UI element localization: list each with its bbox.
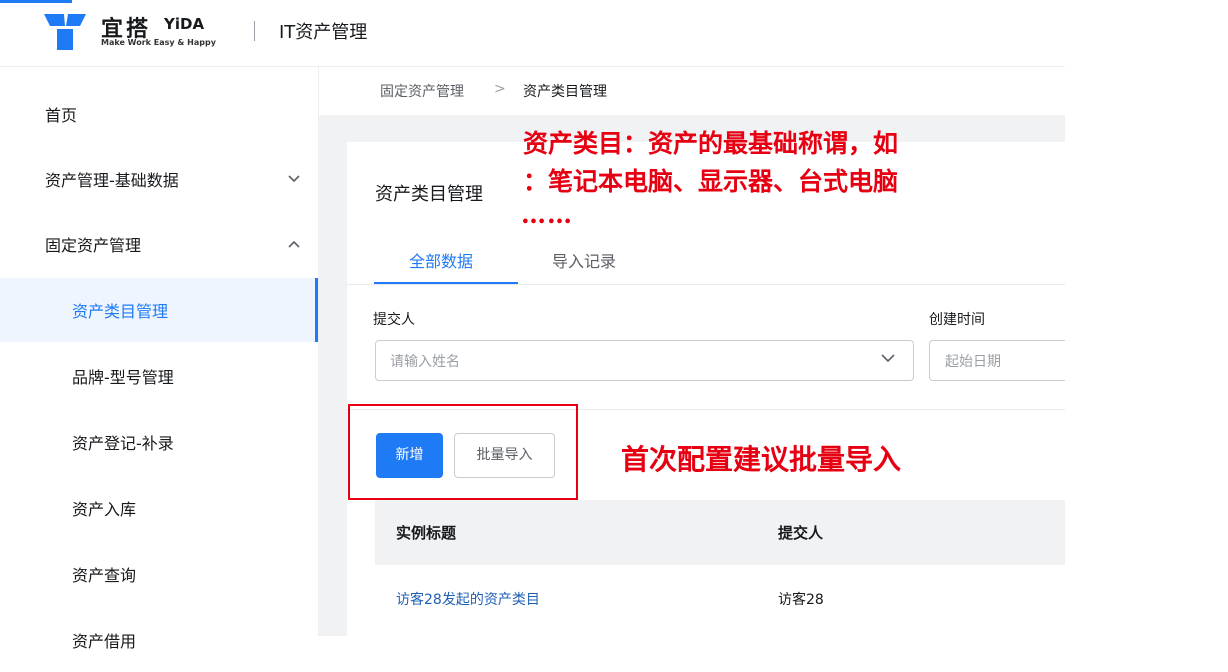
- table-row[interactable]: 访客28发起的资产类目 访客28: [375, 565, 1065, 633]
- content-card: 资产类目管理 全部数据 导入记录 提交人 创建时间 请输入姓名 起始日期 新增 …: [347, 142, 1065, 636]
- breadcrumb-separator: >: [494, 81, 506, 97]
- yida-logo-icon[interactable]: [44, 14, 86, 50]
- sidebar-item-label: 资产借用: [72, 632, 137, 651]
- sidebar-item-asset-category[interactable]: 资产类目管理: [0, 278, 318, 342]
- breadcrumb-item-fixed-asset[interactable]: 固定资产管理: [380, 81, 464, 101]
- sidebar-item-fixed-asset-management[interactable]: 固定资产管理: [0, 212, 318, 276]
- chevron-up-icon: [288, 240, 300, 248]
- sidebar-item-label: 资产类目管理: [72, 302, 169, 321]
- submitter-filter-label: 提交人: [373, 312, 415, 328]
- sidebar-item-label: 品牌-型号管理: [72, 368, 174, 387]
- cell-instance-title-link[interactable]: 访客28发起的资产类目: [396, 589, 540, 609]
- column-header-submitter[interactable]: 提交人: [778, 522, 823, 543]
- submitter-select[interactable]: 请输入姓名: [375, 340, 914, 381]
- sidebar-item-label: 固定资产管理: [45, 236, 142, 255]
- tab-import-records[interactable]: 导入记录: [552, 248, 616, 272]
- sidebar-item-label: 首页: [45, 106, 78, 125]
- corner-accent: [0, 0, 72, 3]
- breadcrumb-item-current: 资产类目管理: [523, 84, 607, 100]
- sidebar-item-brand-model[interactable]: 品牌-型号管理: [0, 344, 318, 408]
- submitter-placeholder: 请输入姓名: [390, 354, 460, 370]
- sidebar-item-label: 资产管理-基础数据: [45, 171, 179, 190]
- breadcrumb: 固定资产管理 > 资产类目管理: [319, 67, 1065, 115]
- start-date-input[interactable]: 起始日期: [929, 340, 1065, 381]
- sidebar-item-asset-query[interactable]: 资产查询: [0, 542, 318, 606]
- sidebar-item-label: 资产入库: [72, 500, 137, 519]
- logo-english-text: YiDA: [164, 15, 205, 33]
- annotation-highlight-box: [348, 404, 578, 500]
- chevron-down-icon: [288, 175, 300, 183]
- header-divider: [254, 21, 255, 41]
- sidebar-item-label: 资产查询: [72, 566, 137, 585]
- sidebar-item-label: 资产登记-补录: [72, 434, 174, 453]
- column-header-instance-title[interactable]: 实例标题: [396, 522, 456, 543]
- chevron-down-icon: [881, 354, 895, 363]
- cell-submitter: 访客28: [778, 592, 824, 608]
- annotation-category-note-line3: ……: [521, 200, 573, 229]
- created-time-filter-label: 创建时间: [929, 312, 985, 328]
- app-title[interactable]: IT资产管理: [279, 18, 367, 44]
- sidebar-item-asset-registration[interactable]: 资产登记-补录: [0, 410, 318, 474]
- sidebar-nav: 首页 资产管理-基础数据 固定资产管理 资产类目管理 品牌-型号管理 资产登记-…: [0, 67, 319, 651]
- sidebar-item-asset-inbound[interactable]: 资产入库: [0, 476, 318, 540]
- page-title: 资产类目管理: [375, 184, 483, 205]
- start-date-placeholder: 起始日期: [945, 354, 1001, 370]
- top-bar: 宜搭 YiDA Make Work Easy & Happy IT资产管理: [0, 0, 1065, 67]
- logo-slogan: Make Work Easy & Happy: [101, 38, 216, 47]
- sidebar-item-asset-basic-data[interactable]: 资产管理-基础数据: [0, 147, 318, 211]
- tabs-divider: [347, 284, 1065, 285]
- annotation-category-note-line1: 资产类目：资产的最基础称谓，如: [523, 129, 899, 158]
- sidebar-item-asset-borrow[interactable]: 资产借用: [0, 608, 318, 672]
- sidebar-item-home[interactable]: 首页: [0, 82, 318, 146]
- annotation-category-note-line2: ：笔记本电脑、显示器、台式电脑: [523, 167, 899, 196]
- table-header: 实例标题 提交人: [375, 500, 1065, 565]
- annotation-bulk-import-tip: 首次配置建议批量导入: [621, 443, 902, 476]
- tab-all-data[interactable]: 全部数据: [409, 248, 473, 272]
